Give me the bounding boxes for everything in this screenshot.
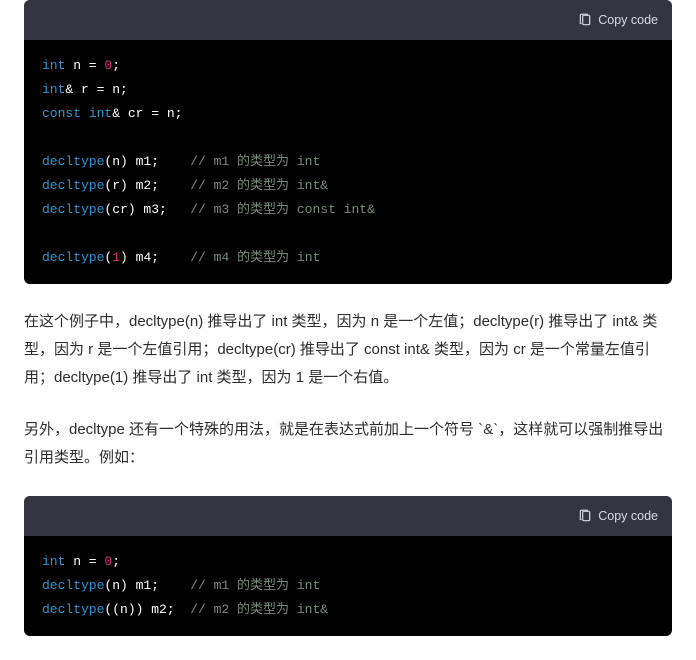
token-pad [167, 202, 190, 217]
token-fn: decltype [42, 250, 104, 265]
copy-code-button[interactable]: Copy code [578, 509, 658, 523]
code-block-2: Copy code int n = 0; decltype(n) m1; // … [24, 496, 672, 636]
token-number: 1 [112, 250, 120, 265]
paragraph-explanation-1: 在这个例子中，decltype(n) 推导出了 int 类型，因为 n 是一个左… [24, 308, 672, 392]
token-comment: // m1 的类型为 int [190, 578, 320, 593]
paragraph-explanation-2: 另外，decltype 还有一个特殊的用法，就是在表达式前加上一个符号 `&`，… [24, 416, 672, 472]
token-pad [159, 578, 190, 593]
token-plain: ; [112, 554, 120, 569]
token-fn: decltype [42, 202, 104, 217]
token-plain: n = [65, 554, 104, 569]
clipboard-icon [578, 509, 592, 523]
token-comment: // m2 的类型为 int& [190, 602, 328, 617]
token-fn: decltype [42, 602, 104, 617]
token-pad [159, 250, 190, 265]
token-pad [159, 154, 190, 169]
token-fn: decltype [42, 154, 104, 169]
token-plain: (n) m1; [104, 578, 159, 593]
token-fn: decltype [42, 578, 104, 593]
token-keyword: int [89, 106, 112, 121]
code-body-1: int n = 0; int& r = n; const int& cr = n… [24, 40, 672, 284]
token-plain: ) m4; [120, 250, 159, 265]
token-keyword: int [42, 554, 65, 569]
code-header: Copy code [24, 496, 672, 536]
clipboard-icon [578, 13, 592, 27]
token-plain: & r = n; [65, 82, 127, 97]
token-comment: // m3 的类型为 const int& [190, 202, 375, 217]
token-comment: // m1 的类型为 int [190, 154, 320, 169]
token-comment: // m4 的类型为 int [190, 250, 320, 265]
token-plain: (n) m1; [104, 154, 159, 169]
code-block-1: Copy code int n = 0; int& r = n; const i… [24, 0, 672, 284]
token-keyword: const [42, 106, 89, 121]
token-comment: // m2 的类型为 int& [190, 178, 328, 193]
token-keyword: int [42, 82, 65, 97]
token-fn: decltype [42, 178, 104, 193]
token-plain: ((n)) m2; [104, 602, 174, 617]
token-plain: ; [112, 58, 120, 73]
token-plain: (cr) m3; [104, 202, 166, 217]
token-keyword: int [42, 58, 65, 73]
copy-code-button[interactable]: Copy code [578, 13, 658, 27]
code-header: Copy code [24, 0, 672, 40]
copy-code-label: Copy code [598, 509, 658, 523]
token-plain: n = [65, 58, 104, 73]
token-plain: & cr = n; [112, 106, 182, 121]
token-pad [159, 178, 190, 193]
copy-code-label: Copy code [598, 13, 658, 27]
token-plain: (r) m2; [104, 178, 159, 193]
token-pad [175, 602, 191, 617]
code-body-2: int n = 0; decltype(n) m1; // m1 的类型为 in… [24, 536, 672, 636]
